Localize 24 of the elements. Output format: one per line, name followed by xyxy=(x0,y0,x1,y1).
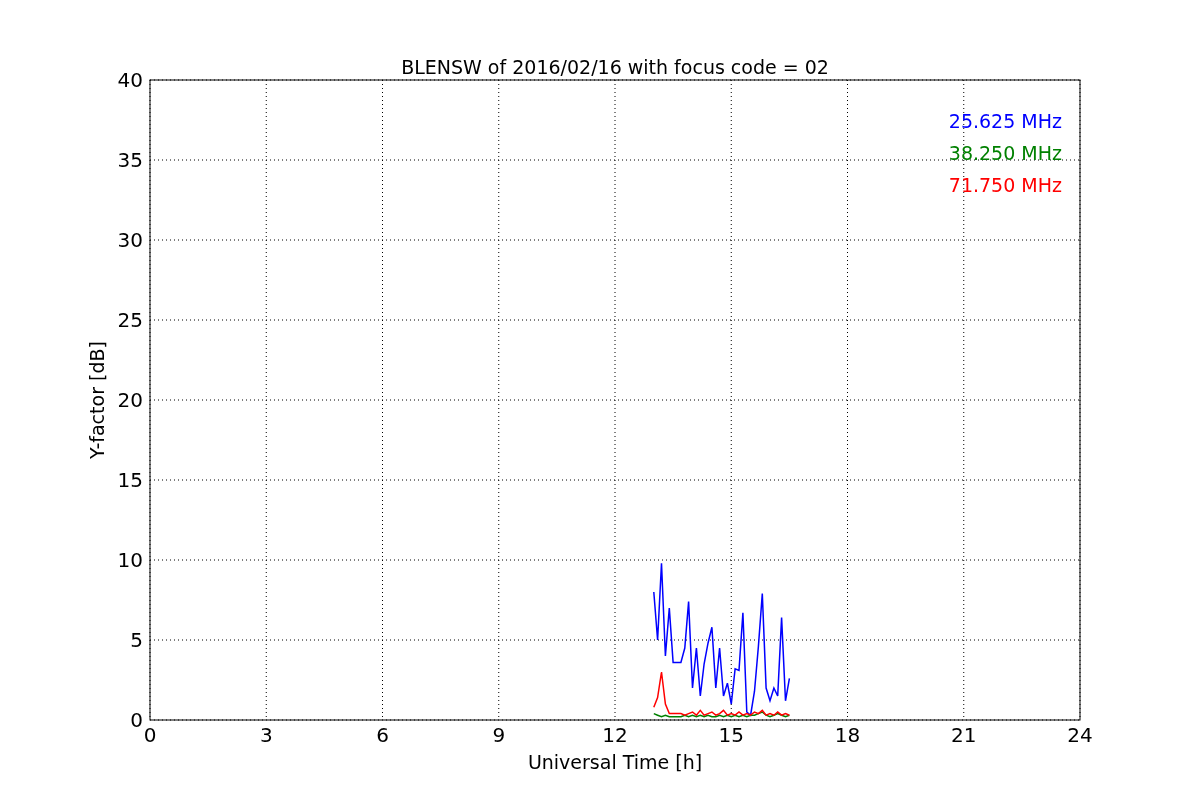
x-tick-label: 0 xyxy=(143,723,157,747)
x-tick-label: 18 xyxy=(834,723,861,747)
y-tick-label: 30 xyxy=(117,228,143,252)
legend-label: 71.750 MHz xyxy=(948,174,1062,196)
y-tick-label: 40 xyxy=(117,68,143,92)
y-tick-label: 35 xyxy=(117,148,143,172)
x-tick-label: 21 xyxy=(951,723,977,747)
x-tick-label: 24 xyxy=(1067,723,1093,747)
legend-label: 38.250 MHz xyxy=(948,142,1062,164)
y-tick-label: 20 xyxy=(117,388,143,412)
x-tick-label: 15 xyxy=(718,723,744,747)
y-tick-label: 0 xyxy=(130,708,143,732)
y-tick-label: 15 xyxy=(117,468,143,492)
x-tick-label: 12 xyxy=(602,723,628,747)
y-tick-label: 25 xyxy=(117,308,143,332)
chart-title: BLENSW of 2016/02/16 with focus code = 02 xyxy=(401,56,829,78)
x-tick-label: 6 xyxy=(376,723,389,747)
x-tick-label: 9 xyxy=(492,723,506,747)
x-axis-label: Universal Time [h] xyxy=(527,751,703,773)
y-tick-label: 10 xyxy=(117,548,143,572)
y-tick-label: 5 xyxy=(130,628,143,652)
x-tick-label: 3 xyxy=(259,723,273,747)
legend-label: 25.625 MHz xyxy=(948,110,1062,132)
y-axis-label: Y-factor [dB] xyxy=(86,341,108,459)
